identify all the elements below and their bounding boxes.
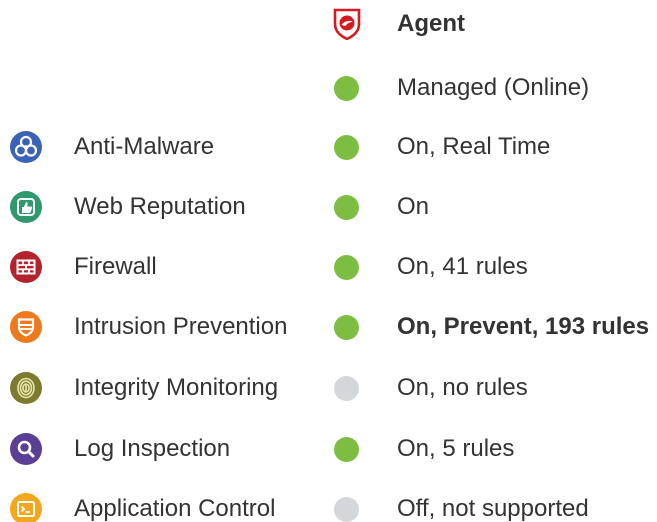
module-status: On [397, 193, 430, 220]
agent-status-row: Managed (Online) [0, 68, 657, 108]
module-label: Application Control [74, 495, 276, 522]
module-label: Anti-Malware [74, 133, 215, 160]
module-status: Off, not supported [397, 495, 589, 522]
module-row-log-inspection: Log Inspection On, 5 rules [0, 429, 657, 469]
biohazard-icon [10, 131, 42, 163]
status-dot [334, 315, 359, 340]
application-icon [10, 493, 42, 522]
module-status: On, Real Time [397, 133, 551, 160]
module-status: On, no rules [397, 374, 528, 401]
module-row-intrusion-prevention: Intrusion Prevention On, Prevent, 193 ru… [0, 307, 657, 347]
shield-icon [10, 311, 42, 343]
thumbs-up-icon [10, 191, 42, 223]
module-row-application-control: Application Control Off, not supported [0, 489, 657, 522]
module-row-web-reputation: Web Reputation On [0, 187, 657, 227]
agent-title: Agent [397, 10, 465, 37]
status-dot [334, 255, 359, 280]
module-label: Log Inspection [74, 435, 231, 462]
module-label: Intrusion Prevention [74, 313, 288, 340]
status-dot [334, 195, 359, 220]
module-label: Integrity Monitoring [74, 374, 279, 401]
magnifier-icon [10, 433, 42, 465]
module-label: Web Reputation [74, 193, 246, 220]
trend-micro-shield-icon [331, 6, 363, 41]
module-status: On, 5 rules [397, 435, 515, 462]
agent-header-row: Agent [0, 2, 657, 42]
status-dot [334, 135, 359, 160]
fingerprint-icon [10, 372, 42, 404]
agent-status-dot [334, 76, 359, 101]
status-dot [334, 376, 359, 401]
status-dot [334, 497, 359, 522]
brick-wall-icon [10, 251, 42, 283]
status-dot [334, 437, 359, 462]
module-row-anti-malware: Anti-Malware On, Real Time [0, 127, 657, 167]
protection-status-panel: Agent Managed (Online) Anti-Malware On, … [0, 0, 657, 522]
module-status: On, Prevent, 193 rules [397, 313, 650, 340]
module-row-integrity-monitoring: Integrity Monitoring On, no rules [0, 368, 657, 408]
module-status: On, 41 rules [397, 253, 528, 280]
module-row-firewall: Firewall On, 41 rules [0, 247, 657, 287]
agent-status-text: Managed (Online) [397, 74, 590, 101]
module-label: Firewall [74, 253, 157, 280]
